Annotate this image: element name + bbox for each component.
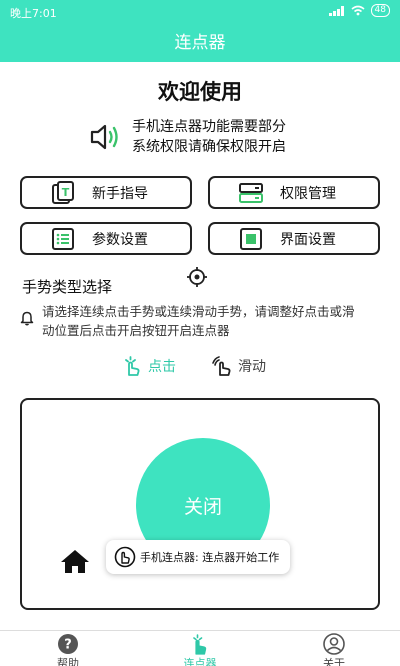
home-icon[interactable]: [60, 548, 90, 574]
gesture-section-title: 手势类型选择: [22, 278, 113, 296]
notice-line-1: 手机连点器功能需要部分: [132, 119, 286, 135]
permission-notice: 手机连点器功能需要部分 系统权限请确保权限开启: [88, 117, 286, 157]
permissions-button-label: 权限管理: [280, 185, 336, 202]
slide-hand-icon: [212, 356, 231, 376]
guide-button-label: 新手指导: [92, 185, 148, 202]
welcome-heading: 欢迎使用: [158, 80, 242, 104]
hand-toast-icon: [114, 546, 136, 568]
bell-icon: [20, 311, 34, 326]
status-bar: 晚上7:01 48: [0, 0, 400, 24]
speaker-icon: [90, 124, 118, 150]
help-icon: ?: [58, 634, 78, 654]
svg-text:?: ?: [64, 638, 72, 653]
interface-button[interactable]: 界面设置: [208, 222, 380, 255]
nav-help-label: 帮助: [57, 657, 79, 666]
slide-gesture-label: 滑动: [238, 359, 266, 375]
clicker-hand-icon: [193, 634, 207, 655]
notice-text: 手机连点器功能需要部分 系统权限请确保权限开启: [132, 117, 286, 157]
tap-gesture-label: 点击: [148, 359, 176, 375]
params-list-icon: [50, 226, 76, 252]
gesture-hint: 请选择连续点击手势或连续滑动手势，请调整好点击或滑动位置后点击开启按钮开启连点器: [20, 302, 362, 340]
crosshair-target-icon[interactable]: [186, 266, 208, 288]
guide-button[interactable]: T 新手指导: [20, 176, 192, 209]
toast-text: 手机连点器: 连点器开始工作: [140, 551, 280, 564]
params-button-label: 参数设置: [92, 231, 148, 248]
app-title: 连点器: [174, 33, 226, 53]
wifi-icon: [351, 5, 365, 16]
nav-help[interactable]: ? 帮助: [38, 633, 98, 666]
nav-clicker[interactable]: 连点器: [170, 633, 230, 666]
nav-clicker-label: 连点器: [183, 657, 217, 666]
gesture-hint-text: 请选择连续点击手势或连续滑动手势，请调整好点击或滑动位置后点击开启按钮开启连点器: [42, 304, 355, 338]
bottom-nav: ? 帮助 连点器 关于: [0, 630, 400, 666]
battery-indicator: 48: [370, 4, 390, 17]
interface-icon: [238, 226, 264, 252]
nav-about[interactable]: 关于: [304, 633, 364, 666]
svg-text:T: T: [62, 186, 70, 199]
signal-icon: [328, 5, 345, 16]
slide-gesture-option[interactable]: 滑动: [210, 354, 266, 378]
user-icon: [323, 633, 345, 655]
toggle-clicker-label: 关闭: [183, 495, 222, 518]
status-time: 晚上7:01: [10, 7, 57, 20]
toast-notification: 手机连点器: 连点器开始工作: [106, 540, 290, 574]
nav-about-label: 关于: [323, 657, 345, 666]
guide-icon: T: [50, 180, 76, 206]
status-icons: 48: [328, 4, 390, 17]
permissions-icon: [238, 180, 264, 206]
tap-gesture-option[interactable]: 点击: [120, 354, 176, 378]
interface-button-label: 界面设置: [280, 231, 336, 248]
app-title-bar: 连点器: [0, 24, 400, 62]
tap-hand-icon: [125, 356, 140, 376]
permissions-button[interactable]: 权限管理: [208, 176, 380, 209]
clicker-panel: 关闭: [20, 398, 380, 610]
params-button[interactable]: 参数设置: [20, 222, 192, 255]
notice-line-2: 系统权限请确保权限开启: [132, 139, 286, 155]
